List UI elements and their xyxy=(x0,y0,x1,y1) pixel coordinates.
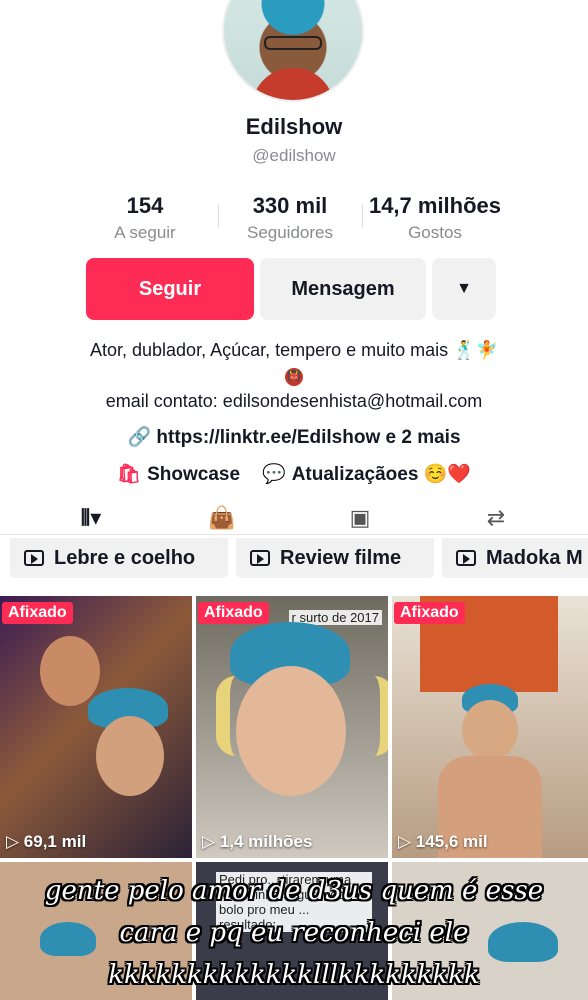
message-button[interactable]: Mensagem xyxy=(260,258,426,320)
profile-link-text: https://linktr.ee/Edilshow e 2 mais xyxy=(156,427,461,448)
thumbnail-face xyxy=(462,700,518,760)
playlist-icon xyxy=(24,550,44,566)
showcase-chip[interactable]: 🛍 Showcase xyxy=(117,462,240,486)
stat-followers-label: Seguidores xyxy=(246,223,333,242)
tab-divider xyxy=(0,534,588,535)
devil-emoji-icon: 👹 xyxy=(285,368,303,386)
stat-following[interactable]: 154 A seguir xyxy=(100,193,190,243)
bio-badge-row: 👹 xyxy=(0,364,588,386)
stat-followers-value: 330 mil xyxy=(252,193,328,218)
repost-icon: ⇄ xyxy=(486,505,506,530)
bio-email: email contato: edilsondesenhista@hotmail… xyxy=(105,391,483,411)
caption-line: kkkkkkkkkkkkklllkkkkkkkkk xyxy=(108,960,480,990)
video-thumbnail[interactable]: Afixado ▷ 145,6 mil xyxy=(392,596,588,858)
avatar-shirt xyxy=(252,68,334,100)
view-count: ▷ 1,4 milhões xyxy=(202,832,313,851)
chat-bubble-icon: 💬 xyxy=(262,464,286,485)
showcase-label: Showcase xyxy=(147,464,241,485)
profile-link[interactable]: 🔗 https://linktr.ee/Edilshow e 2 mais xyxy=(0,425,588,449)
playlist-title: Madoka M xyxy=(486,546,583,569)
caption-line: cara e pq eu reconheci ele xyxy=(119,918,469,948)
bio-line: Ator, dublador, Açúcar, tempero e muito … xyxy=(89,340,498,360)
caption-line: gente pelo amor de d3us quem é esse xyxy=(44,876,544,906)
playlist-item[interactable]: Lebre e coelho xyxy=(10,538,228,578)
pinned-badge: Afixado xyxy=(198,602,269,624)
follow-button[interactable]: Seguir xyxy=(86,258,254,320)
tab-shop[interactable]: 👜 xyxy=(202,500,242,536)
profile-name: Edilshow xyxy=(245,114,343,139)
updates-label: Atualizaçãoes ☺️❤️ xyxy=(291,464,472,485)
thumbnail-person xyxy=(40,636,100,706)
updates-chip[interactable]: 💬 Atualizaçãoes ☺️❤️ xyxy=(262,462,471,486)
caret-down-icon: ▼ xyxy=(456,280,472,297)
favorites-icon: ▣ xyxy=(349,505,371,530)
tab-reposts[interactable]: ⇄ xyxy=(476,500,516,536)
pinned-badge: Afixado xyxy=(2,602,73,624)
playlist-icon xyxy=(250,550,270,566)
playlist-item[interactable]: Review filme xyxy=(236,538,434,578)
tab-videos[interactable]: ⦀▾ xyxy=(68,500,114,536)
profile-chips: 🛍 Showcase 💬 Atualizaçãoes ☺️❤️ xyxy=(0,462,588,486)
tab-favorites[interactable]: ▣ xyxy=(340,500,380,536)
shop-bag-icon: 👜 xyxy=(208,505,236,530)
meme-caption: gente pelo amor de d3us quem é esse cara… xyxy=(0,870,588,996)
profile-avatar[interactable] xyxy=(222,0,364,102)
stat-followers[interactable]: 330 mil Seguidores xyxy=(230,193,350,243)
thumbnail-wig xyxy=(216,676,388,756)
link-icon: 🔗 xyxy=(127,427,152,448)
content-tabs: ⦀▾ 👜 ▣ ⇄ xyxy=(0,500,588,536)
shopping-bag-icon: 🛍 xyxy=(116,464,142,485)
stat-likes-label: Gostos xyxy=(408,223,462,242)
playlist-item[interactable]: Madoka M xyxy=(442,538,588,578)
pinned-badge: Afixado xyxy=(394,602,465,624)
thumbnail-face xyxy=(96,716,164,796)
playlist-row: Lebre e coelho Review filme Madoka M xyxy=(0,538,588,578)
stat-following-value: 154 xyxy=(126,193,164,218)
more-options-button[interactable]: ▼ xyxy=(432,258,496,320)
view-count: ▷ 69,1 mil xyxy=(6,832,87,851)
stat-divider xyxy=(218,205,219,227)
playlist-title: Lebre e coelho xyxy=(54,546,196,569)
stat-following-label: A seguir xyxy=(114,223,176,242)
view-count: ▷ 145,6 mil xyxy=(398,832,488,851)
profile-handle: @edilshow xyxy=(252,146,336,165)
grid-icon: ⦀▾ xyxy=(80,505,102,530)
stat-likes[interactable]: 14,7 milhões Gostos xyxy=(356,193,514,243)
playlist-icon xyxy=(456,550,476,566)
video-thumbnail[interactable]: Afixado ▷ 69,1 mil xyxy=(0,596,192,858)
stat-likes-value: 14,7 milhões xyxy=(368,193,502,218)
video-thumbnail[interactable]: r surto de 2017 Afixado ▷ 1,4 milhões xyxy=(196,596,388,858)
avatar-glasses xyxy=(264,36,322,50)
playlist-title: Review filme xyxy=(280,546,402,569)
